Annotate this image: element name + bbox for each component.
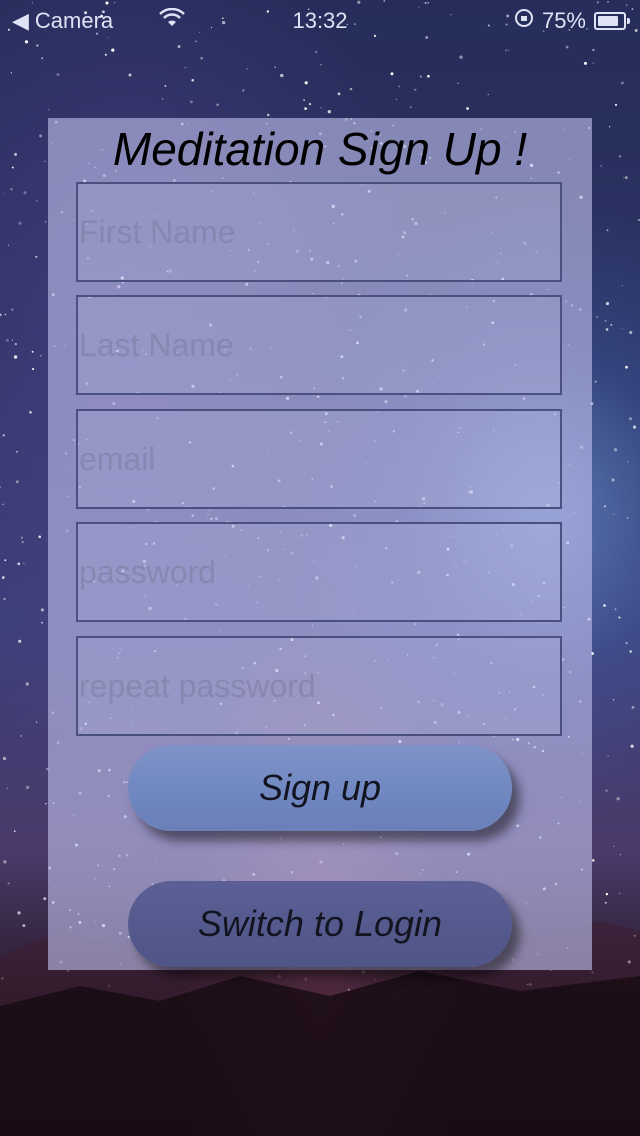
switch-to-login-button[interactable]: Switch to Login bbox=[128, 881, 512, 967]
last-name-input[interactable] bbox=[78, 297, 561, 393]
email-input[interactable] bbox=[78, 411, 561, 507]
first-name-field-box bbox=[76, 182, 562, 282]
repeat-password-field-box bbox=[76, 636, 562, 736]
repeat-password-input[interactable] bbox=[78, 638, 561, 734]
page-title: Meditation Sign Up ! bbox=[112, 123, 528, 175]
email-field-box bbox=[76, 409, 562, 509]
battery-icon bbox=[594, 12, 630, 30]
rotation-lock-icon bbox=[514, 8, 534, 34]
screen: ◀ Camera 13:32 75% Meditation Sign Up ! … bbox=[0, 0, 640, 1136]
battery-percentage: 75% bbox=[541, 8, 586, 33]
password-input[interactable] bbox=[78, 524, 561, 620]
password-field-box bbox=[76, 522, 562, 622]
first-name-input[interactable] bbox=[78, 184, 561, 280]
last-name-field-box bbox=[76, 295, 562, 395]
status-bar: ◀ Camera 13:32 75% bbox=[0, 0, 640, 40]
sign-up-button[interactable]: Sign up bbox=[128, 745, 512, 831]
